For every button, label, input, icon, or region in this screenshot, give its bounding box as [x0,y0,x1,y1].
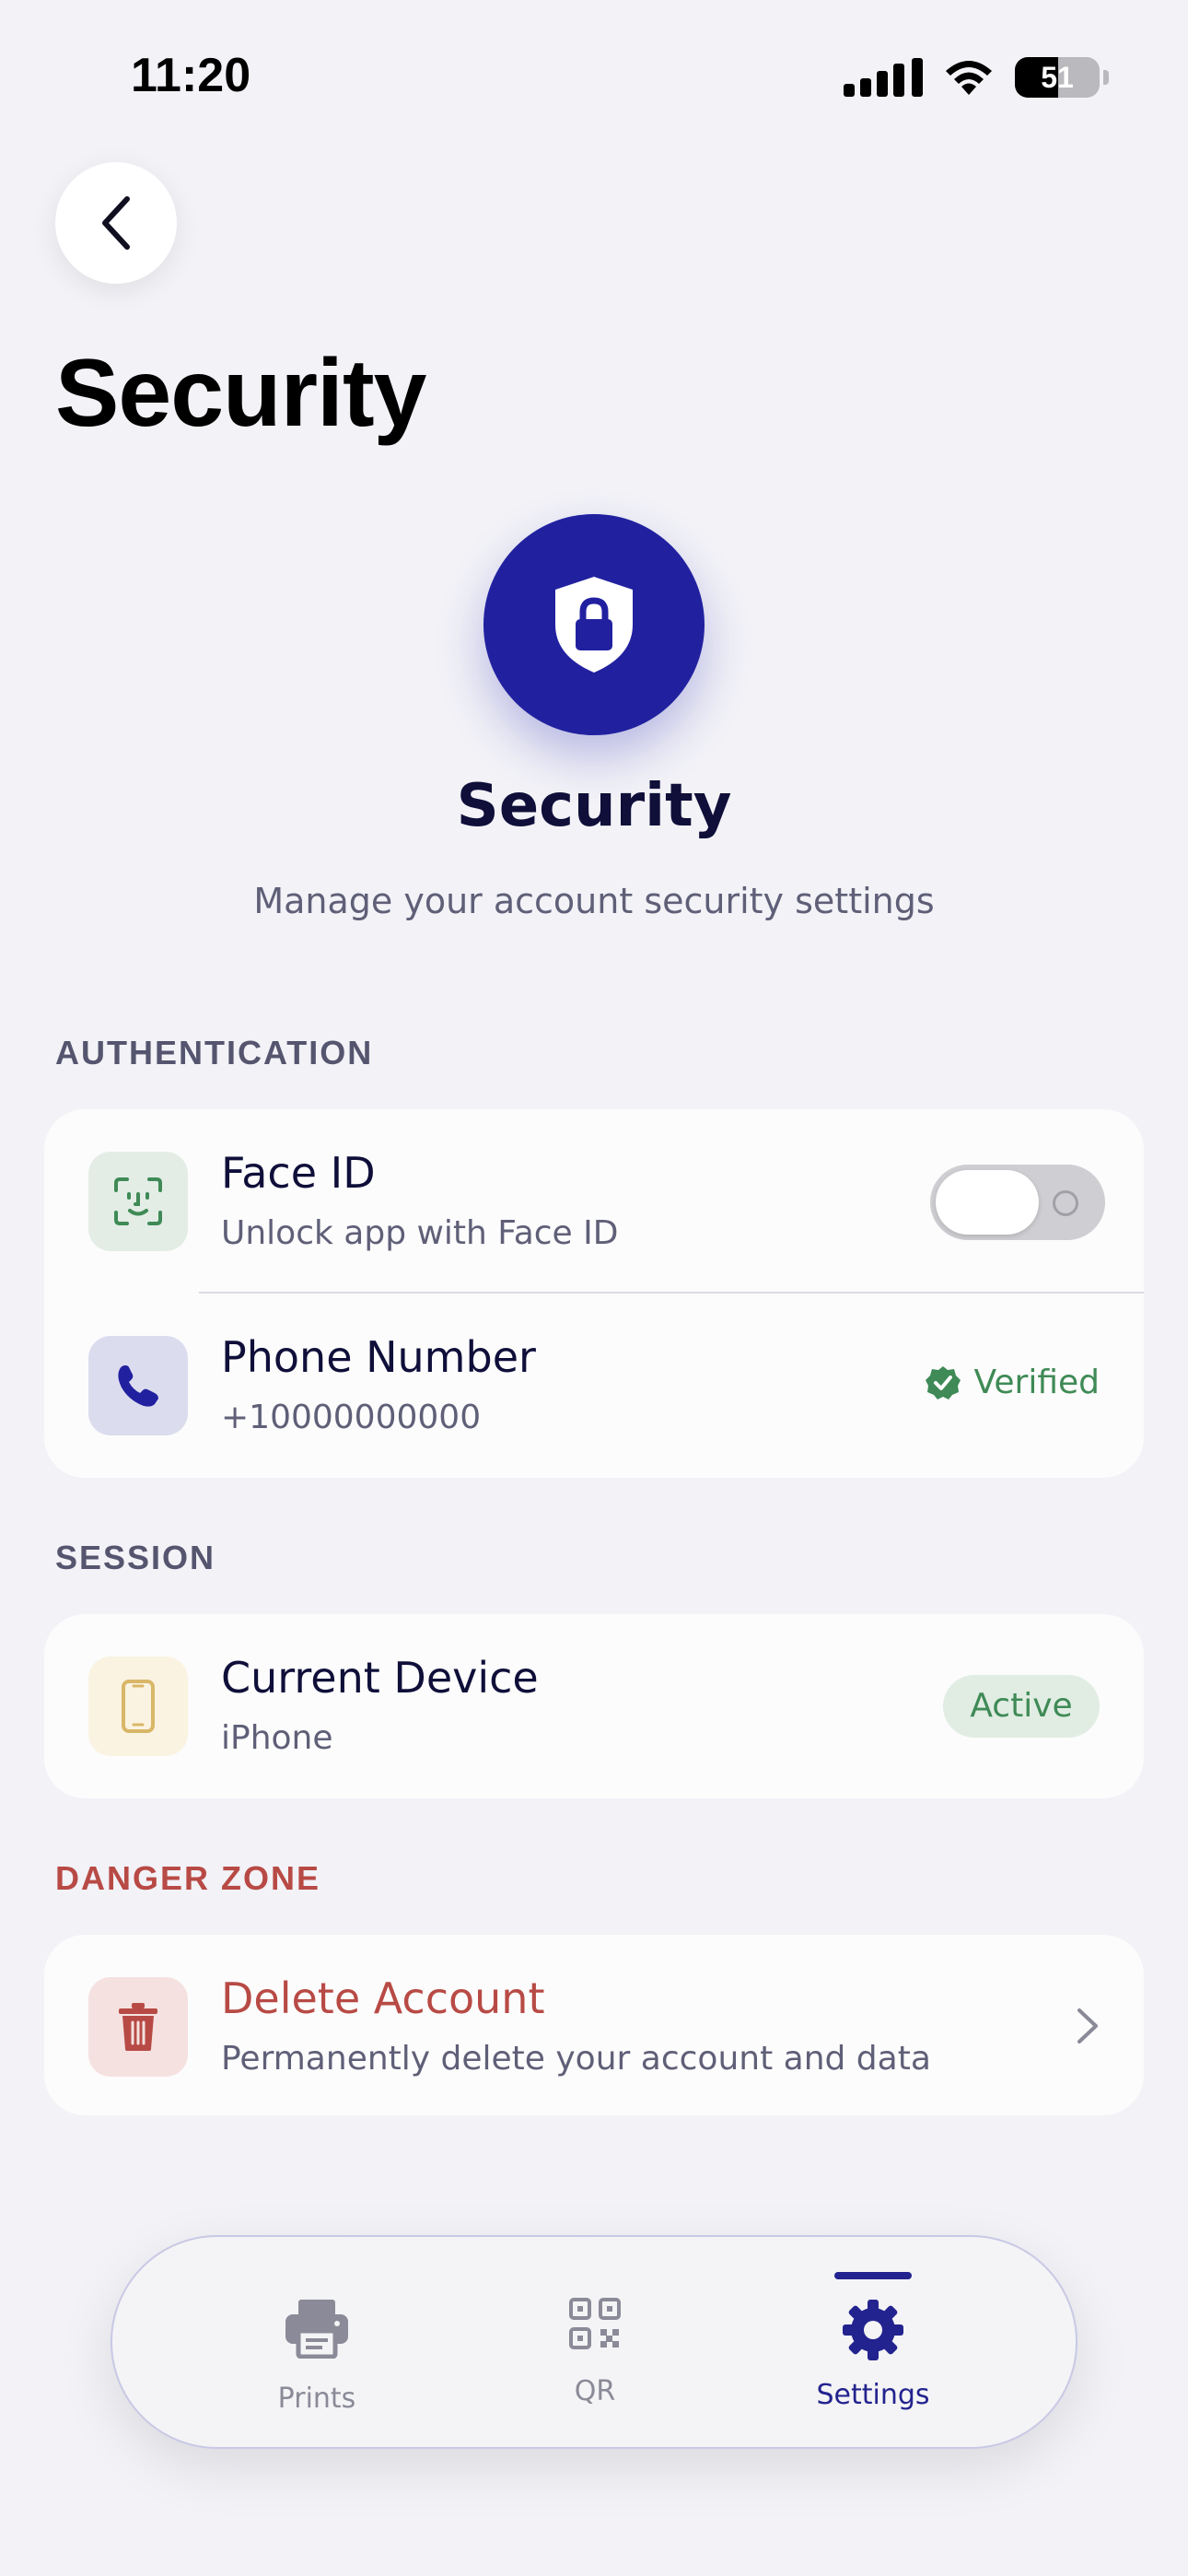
face-id-subtitle: Unlock app with Face ID [221,1214,619,1252]
cellular-signal-icon [844,58,923,97]
gear-icon [763,2298,984,2362]
authentication-card: Face ID Unlock app with Face ID Phone Nu… [44,1109,1144,1478]
face-id-toggle[interactable] [930,1165,1105,1240]
battery-icon: 51 [1015,57,1100,98]
qr-code-icon [484,2298,705,2349]
verified-badge-icon [925,1365,961,1399]
current-device-title: Current Device [221,1653,539,1703]
section-label-danger-zone: DANGER ZONE [55,1859,321,1897]
chevron-right-icon [1077,2008,1098,2043]
face-id-icon [114,1177,162,1225]
face-id-title: Face ID [221,1148,376,1198]
shield-lock-icon [555,577,633,673]
back-button[interactable] [55,162,177,284]
current-device-row: Current Device iPhone Active [44,1614,1144,1798]
tab-prints[interactable]: Prints [206,2237,427,2451]
face-id-icon-tile [88,1152,188,1251]
trash-icon [119,2003,157,2051]
wifi-icon [943,58,995,97]
tab-settings[interactable]: Settings [763,2237,984,2451]
shield-lock-badge [483,514,705,735]
chevron-left-icon [102,196,130,250]
active-status-badge: Active [943,1675,1100,1738]
danger-zone-card: Delete Account Permanently delete your a… [44,1935,1144,2115]
section-label-authentication: AUTHENTICATION [55,1034,374,1071]
verified-label: Verified [973,1364,1100,1401]
tab-settings-label: Settings [816,2379,930,2411]
status-indicators: 51 [844,57,1109,98]
delete-account-row[interactable]: Delete Account Permanently delete your a… [44,1935,1144,2115]
phone-number-row: Phone Number +10000000000 Verified [44,1294,1144,1478]
section-label-session: SESSION [55,1539,216,1576]
session-card: Current Device iPhone Active [44,1614,1144,1798]
tab-qr-label: QR [574,2375,616,2407]
hero-subtitle: Manage your account security settings [253,881,935,921]
trash-icon-tile [88,1977,188,2077]
face-id-row: Face ID Unlock app with Face ID [44,1109,1144,1294]
battery-cap [1103,70,1109,85]
status-bar: 11:20 51 [0,0,1188,157]
delete-account-subtitle: Permanently delete your account and data [221,2040,931,2078]
smartphone-icon [122,1680,155,1733]
delete-account-title: Delete Account [221,1973,545,2023]
current-device-name: iPhone [221,1719,333,1757]
phone-icon [118,1365,158,1407]
phone-number-value: +10000000000 [221,1399,482,1436]
phone-icon-tile [88,1336,188,1435]
device-icon-tile [88,1657,188,1756]
tab-qr[interactable]: QR [484,2237,705,2451]
toggle-off-indicator [1053,1190,1078,1216]
phone-number-title: Phone Number [221,1332,536,1382]
hero-title: Security [456,772,732,840]
status-time: 11:20 [131,49,251,102]
battery-percentage: 51 [1041,61,1074,94]
tab-bar: Prints QR Settings [111,2235,1077,2449]
tab-prints-label: Prints [277,2383,356,2415]
page-title: Security [55,340,426,447]
active-tab-indicator [834,2272,912,2279]
printer-icon [206,2298,427,2359]
toggle-knob [936,1170,1039,1235]
verified-status: Verified [925,1364,1100,1401]
